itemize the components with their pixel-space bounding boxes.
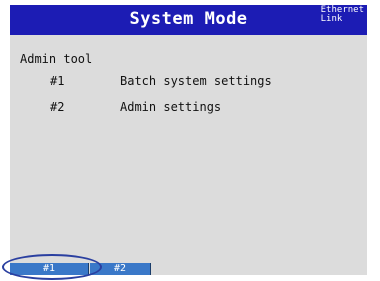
- menu-heading: Admin tool: [20, 52, 93, 66]
- menu-item-label: Batch system settings: [120, 74, 272, 88]
- menu-panel: Admin tool #1 Batch system settings #2 A…: [10, 35, 367, 261]
- softkey-2[interactable]: #2: [90, 263, 151, 275]
- menu-item-label: Admin settings: [120, 100, 222, 114]
- link-status-label: Link: [320, 14, 343, 24]
- menu-item-number: #1: [50, 74, 65, 88]
- softkey-bar: #1 #2: [10, 263, 367, 275]
- device-screen: System Mode Ethernet Link Admin tool #1 …: [10, 5, 367, 275]
- screen-title: System Mode: [129, 9, 248, 29]
- menu-item-admin-settings[interactable]: #2 Admin settings: [10, 100, 367, 118]
- menu-item-batch-system-settings[interactable]: #1 Batch system settings: [10, 74, 367, 92]
- softkey-1[interactable]: #1: [10, 263, 89, 275]
- title-bar: System Mode Ethernet Link: [10, 5, 367, 35]
- menu-item-number: #2: [50, 100, 65, 114]
- ethernet-status: Ethernet Link: [321, 6, 364, 24]
